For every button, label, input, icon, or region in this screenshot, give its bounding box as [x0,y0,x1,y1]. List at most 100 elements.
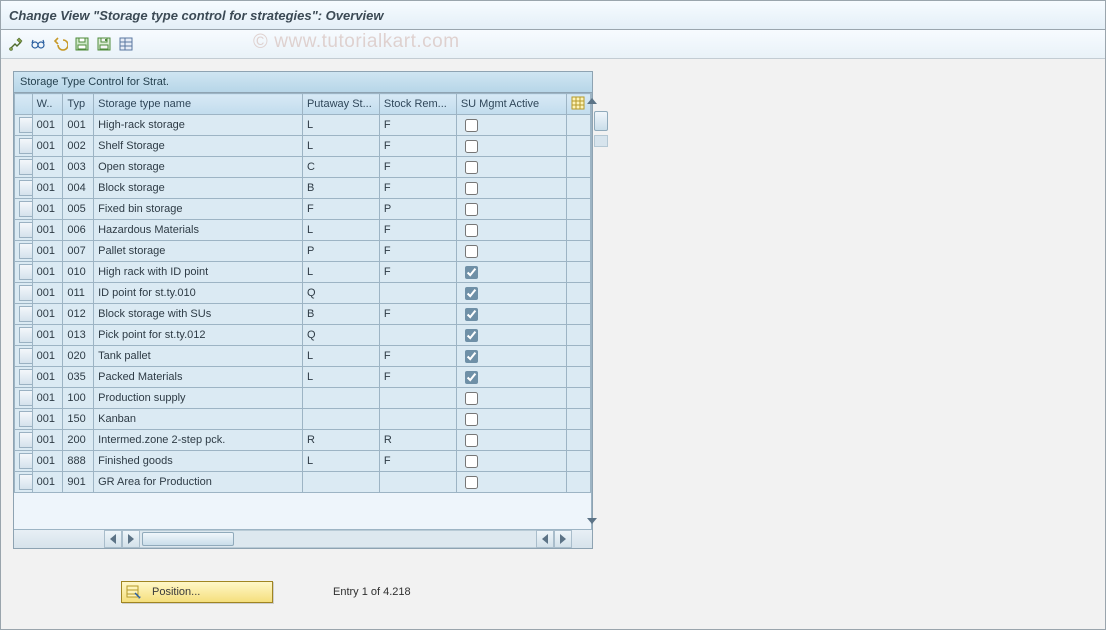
cell-stockrem[interactable] [379,409,456,430]
su-checkbox[interactable] [465,266,478,279]
table-row[interactable]: 001150Kanban [15,409,591,430]
row-selector[interactable] [15,241,33,262]
undo-icon[interactable] [51,35,69,53]
cell-stockrem[interactable] [379,388,456,409]
cell-su-active[interactable] [456,388,566,409]
col-su[interactable]: SU Mgmt Active [456,94,566,115]
cell-stockrem[interactable]: F [379,304,456,325]
cell-type[interactable]: 888 [63,451,94,472]
cell-su-active[interactable] [456,430,566,451]
row-selector[interactable] [15,283,33,304]
save-variant-icon[interactable] [73,35,91,53]
cell-putaway[interactable]: C [302,157,379,178]
col-putaway[interactable]: Putaway St... [302,94,379,115]
cell-putaway[interactable]: L [302,346,379,367]
table-row[interactable]: 001006Hazardous MaterialsLF [15,220,591,241]
cell-warehouse[interactable]: 001 [32,199,63,220]
row-selector[interactable] [15,388,33,409]
cell-type[interactable]: 005 [63,199,94,220]
cell-type[interactable]: 100 [63,388,94,409]
cell-stockrem[interactable]: F [379,178,456,199]
hscroll-left-arrow-2[interactable] [122,530,140,548]
cell-warehouse[interactable]: 001 [32,346,63,367]
cell-putaway[interactable]: F [302,199,379,220]
cell-name[interactable]: Fixed bin storage [94,199,303,220]
cell-stockrem[interactable] [379,283,456,304]
cell-name[interactable]: Packed Materials [94,367,303,388]
cell-putaway[interactable]: P [302,241,379,262]
cell-name[interactable]: Open storage [94,157,303,178]
row-selector[interactable] [15,325,33,346]
cell-type[interactable]: 011 [63,283,94,304]
save-icon[interactable] [95,35,113,53]
cell-name[interactable]: Shelf Storage [94,136,303,157]
cell-name[interactable]: High rack with ID point [94,262,303,283]
su-checkbox[interactable] [465,308,478,321]
cell-stockrem[interactable]: F [379,115,456,136]
row-selector[interactable] [15,304,33,325]
row-selector[interactable] [15,262,33,283]
cell-type[interactable]: 001 [63,115,94,136]
cell-stockrem[interactable]: F [379,157,456,178]
su-checkbox[interactable] [465,455,478,468]
cell-stockrem[interactable]: R [379,430,456,451]
su-checkbox[interactable] [465,224,478,237]
cell-stockrem[interactable]: F [379,346,456,367]
cell-putaway[interactable] [302,472,379,493]
cell-type[interactable]: 002 [63,136,94,157]
row-selector[interactable] [15,136,33,157]
vertical-scrollbar[interactable] [591,93,592,529]
cell-name[interactable]: Block storage with SUs [94,304,303,325]
cell-stockrem[interactable]: F [379,241,456,262]
cell-su-active[interactable] [456,157,566,178]
col-config[interactable] [566,94,590,115]
cell-putaway[interactable]: Q [302,283,379,304]
cell-name[interactable]: Pallet storage [94,241,303,262]
row-selector[interactable] [15,220,33,241]
col-type[interactable]: Typ [63,94,94,115]
table-row[interactable]: 001002Shelf StorageLF [15,136,591,157]
cell-type[interactable]: 150 [63,409,94,430]
row-selector[interactable] [15,199,33,220]
cell-putaway[interactable]: R [302,430,379,451]
su-checkbox[interactable] [465,182,478,195]
position-button[interactable]: Position... [121,581,273,603]
row-selector[interactable] [15,367,33,388]
table-row[interactable]: 001012Block storage with SUsBF [15,304,591,325]
table-settings-icon[interactable] [571,96,585,110]
row-selector[interactable] [15,472,33,493]
cell-type[interactable]: 013 [63,325,94,346]
su-checkbox[interactable] [465,476,478,489]
cell-putaway[interactable]: L [302,262,379,283]
cell-name[interactable]: GR Area for Production [94,472,303,493]
cell-su-active[interactable] [456,283,566,304]
table-row[interactable]: 001200Intermed.zone 2-step pck.RR [15,430,591,451]
cell-su-active[interactable] [456,409,566,430]
cell-su-active[interactable] [456,304,566,325]
cell-type[interactable]: 010 [63,262,94,283]
su-checkbox[interactable] [465,413,478,426]
cell-su-active[interactable] [456,178,566,199]
cell-putaway[interactable]: L [302,367,379,388]
table-row[interactable]: 001010High rack with ID pointLF [15,262,591,283]
cell-warehouse[interactable]: 001 [32,472,63,493]
cell-name[interactable]: Tank pallet [94,346,303,367]
cell-warehouse[interactable]: 001 [32,430,63,451]
table-row[interactable]: 001003Open storageCF [15,157,591,178]
cell-su-active[interactable] [456,451,566,472]
cell-stockrem[interactable]: F [379,220,456,241]
cell-warehouse[interactable]: 001 [32,451,63,472]
table-row[interactable]: 001007Pallet storagePF [15,241,591,262]
hscroll-track[interactable] [140,530,536,548]
cell-su-active[interactable] [456,367,566,388]
col-select[interactable] [15,94,33,115]
cell-putaway[interactable]: B [302,178,379,199]
cell-type[interactable]: 004 [63,178,94,199]
su-checkbox[interactable] [465,392,478,405]
table-row[interactable]: 001011ID point for st.ty.010Q [15,283,591,304]
su-checkbox[interactable] [465,371,478,384]
cell-stockrem[interactable] [379,472,456,493]
cell-name[interactable]: ID point for st.ty.010 [94,283,303,304]
table-row[interactable]: 001005Fixed bin storageFP [15,199,591,220]
col-stockrem[interactable]: Stock Rem... [379,94,456,115]
